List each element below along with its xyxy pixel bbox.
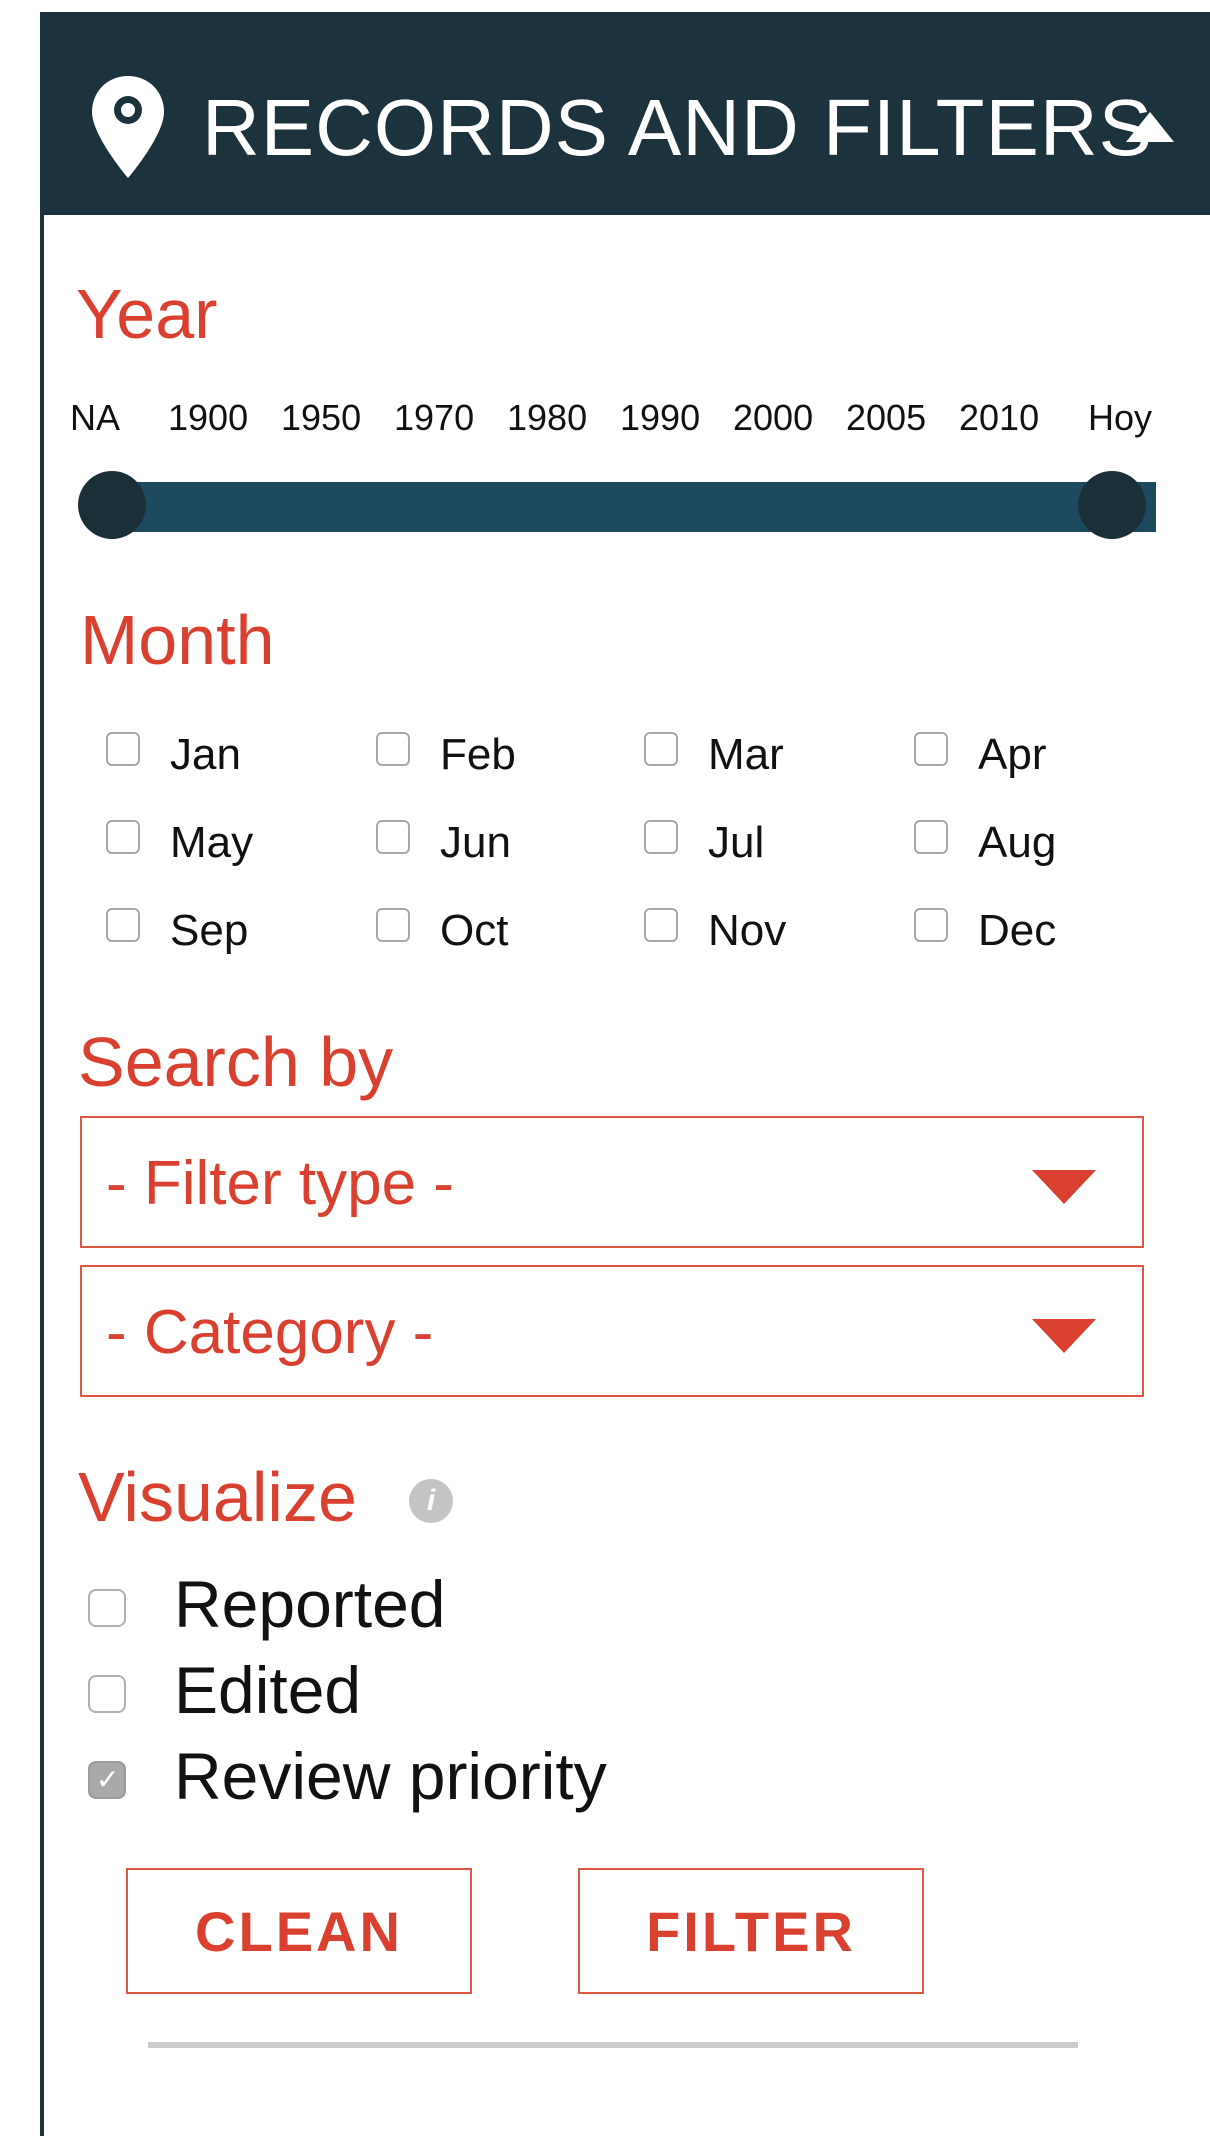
month-option-label: Jun <box>440 818 511 867</box>
month-checkbox-nov[interactable]: Nov <box>644 906 786 956</box>
checkbox[interactable] <box>376 908 410 942</box>
month-checkbox-mar[interactable]: Mar <box>644 730 784 780</box>
caret-down-icon <box>1032 1170 1096 1204</box>
visualize-option-label: Reported <box>174 1567 446 1641</box>
year-tick: 2010 <box>959 397 1040 438</box>
checkbox[interactable] <box>88 1675 126 1713</box>
visualize-label: Visualize <box>78 1458 357 1536</box>
divider <box>148 2042 1078 2048</box>
panel-header[interactable]: RECORDS AND FILTERS <box>44 12 1210 215</box>
category-value: - Category - <box>106 1298 434 1367</box>
map-pin-icon <box>92 76 164 178</box>
checkbox[interactable] <box>106 820 140 854</box>
search-by-label: Search by <box>78 1023 394 1101</box>
checkbox-checked[interactable] <box>88 1761 126 1799</box>
checkbox[interactable] <box>376 732 410 766</box>
year-tick-labels: NA 1900 1950 1970 1980 1990 2000 2005 20… <box>70 397 1210 447</box>
month-checkbox-jul[interactable]: Jul <box>644 818 764 868</box>
month-option-label: Feb <box>440 730 516 779</box>
year-tick: 1900 <box>168 397 249 438</box>
checkbox[interactable] <box>106 908 140 942</box>
month-checkbox-jan[interactable]: Jan <box>106 730 241 780</box>
month-option-label: Mar <box>708 730 784 779</box>
year-tick: 2000 <box>733 397 814 438</box>
year-tick: 1950 <box>281 397 362 438</box>
caret-down-icon <box>1032 1319 1096 1353</box>
visualize-option-reported[interactable]: Reported <box>88 1566 446 1642</box>
checkbox[interactable] <box>644 908 678 942</box>
month-checkbox-sep[interactable]: Sep <box>106 906 248 956</box>
checkbox[interactable] <box>644 820 678 854</box>
checkbox[interactable] <box>914 908 948 942</box>
month-checkbox-feb[interactable]: Feb <box>376 730 516 780</box>
category-select[interactable]: - Category - <box>80 1265 1144 1397</box>
month-option-label: Jul <box>708 818 765 867</box>
year-tick: 1970 <box>394 397 475 438</box>
year-range-end-handle[interactable] <box>1078 471 1146 539</box>
year-tick: NA <box>70 397 121 438</box>
filter-type-value: - Filter type - <box>106 1149 454 1218</box>
month-option-label: May <box>170 818 254 867</box>
month-option-label: Sep <box>170 906 249 955</box>
visualize-option-label: Review priority <box>174 1739 607 1813</box>
month-option-label: Dec <box>978 906 1057 955</box>
year-label: Year <box>76 275 218 353</box>
visualize-option-review-priority[interactable]: Review priority <box>88 1738 607 1814</box>
month-option-label: Jan <box>170 730 241 779</box>
visualize-option-label: Edited <box>174 1653 362 1727</box>
year-tick: 2005 <box>846 397 927 438</box>
month-option-label: Nov <box>708 906 787 955</box>
caret-up-icon[interactable] <box>1126 112 1174 142</box>
checkbox[interactable] <box>914 820 948 854</box>
checkbox[interactable] <box>106 732 140 766</box>
checkbox[interactable] <box>914 732 948 766</box>
filter-type-select[interactable]: - Filter type - <box>80 1116 1144 1248</box>
month-checkbox-oct[interactable]: Oct <box>376 906 508 956</box>
month-checkbox-dec[interactable]: Dec <box>914 906 1056 956</box>
checkbox[interactable] <box>644 732 678 766</box>
visualize-option-edited[interactable]: Edited <box>88 1652 361 1728</box>
checkbox[interactable] <box>376 820 410 854</box>
month-label: Month <box>80 601 275 679</box>
month-option-label: Apr <box>978 730 1047 779</box>
year-range-start-handle[interactable] <box>78 471 146 539</box>
month-checkbox-jun[interactable]: Jun <box>376 818 511 868</box>
records-filters-panel: RECORDS AND FILTERS Year NA 1900 1950 19… <box>40 12 1210 2136</box>
month-option-label: Aug <box>978 818 1057 867</box>
year-tick: 1980 <box>507 397 588 438</box>
year-tick: Hoy <box>1088 397 1153 438</box>
year-range-slider[interactable] <box>112 482 1156 532</box>
month-checkbox-may[interactable]: May <box>106 818 253 868</box>
checkbox[interactable] <box>88 1589 126 1627</box>
month-checkbox-apr[interactable]: Apr <box>914 730 1046 780</box>
info-icon[interactable]: i <box>409 1479 453 1523</box>
month-option-label: Oct <box>440 906 509 955</box>
month-checkbox-aug[interactable]: Aug <box>914 818 1056 868</box>
panel-title: RECORDS AND FILTERS <box>202 83 1153 172</box>
year-tick: 1990 <box>620 397 701 438</box>
filter-button[interactable]: FILTER <box>578 1868 924 1994</box>
clean-button[interactable]: CLEAN <box>126 1868 472 1994</box>
